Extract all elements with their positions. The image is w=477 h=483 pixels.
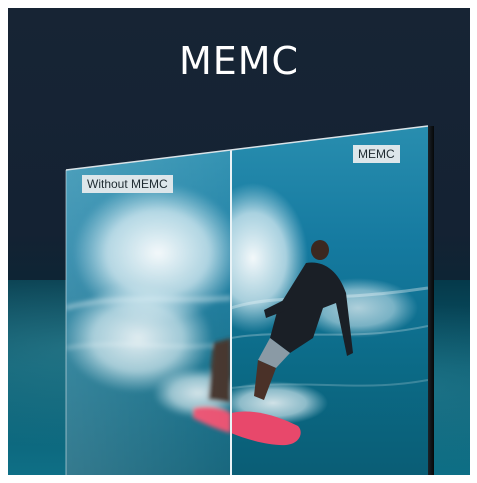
tv-screen [65,125,429,475]
memc-side-image [231,126,428,475]
without-memc-label: Without MEMC [82,175,173,193]
tv-bezel-edge [428,126,434,475]
memc-label: MEMC [353,145,400,163]
product-image-frame: MEMC Without MEMC MEMC [8,8,470,475]
